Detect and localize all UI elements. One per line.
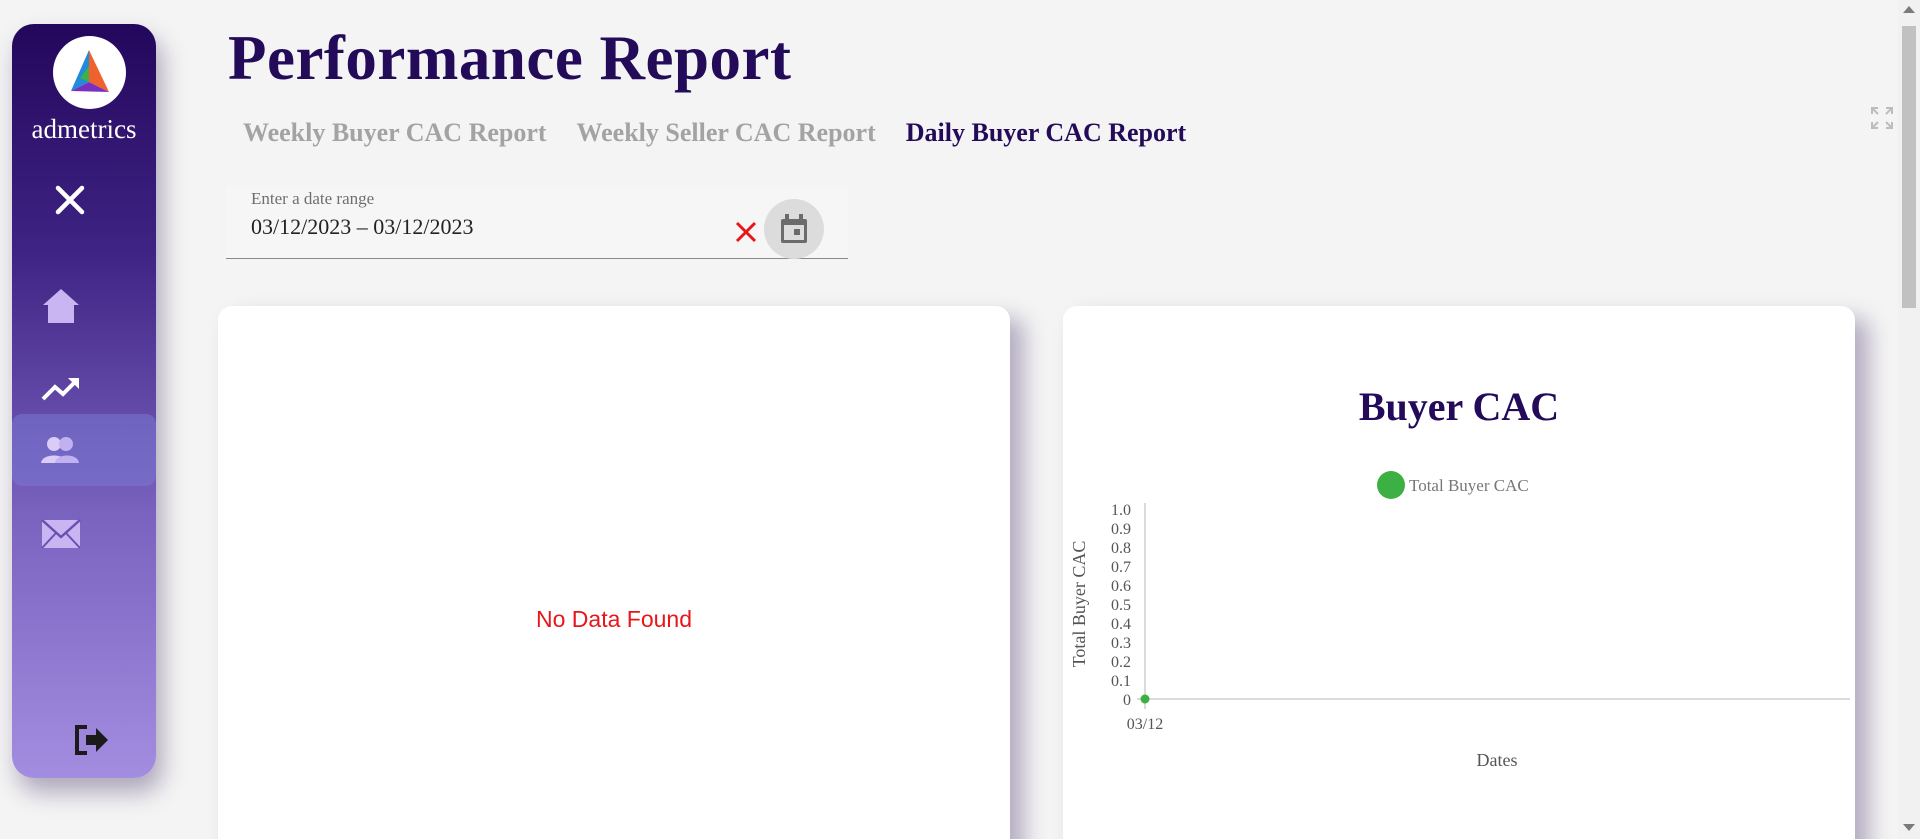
sidebar-item-users[interactable] bbox=[12, 414, 156, 486]
scroll-up-arrow[interactable] bbox=[1903, 6, 1915, 13]
tab-weekly-seller-cac[interactable]: Weekly Seller CAC Report bbox=[577, 118, 876, 148]
tab-weekly-buyer-cac[interactable]: Weekly Buyer CAC Report bbox=[243, 118, 547, 148]
y-tick-label: 0.2 bbox=[1111, 654, 1131, 671]
legend-label: Total Buyer CAC bbox=[1409, 476, 1529, 495]
people-icon bbox=[41, 437, 79, 463]
x-axis-label: Dates bbox=[1477, 750, 1518, 770]
brand-name: admetrics bbox=[31, 114, 137, 144]
clear-date-button[interactable] bbox=[734, 220, 758, 249]
chart-title: Buyer CAC bbox=[1359, 384, 1559, 429]
y-tick-label: 0.4 bbox=[1111, 616, 1131, 633]
close-icon bbox=[735, 221, 757, 243]
calendar-icon bbox=[781, 214, 807, 243]
buyer-cac-chart-card: Buyer CAC Total Buyer CAC 0 0.1 0.2 0.3 0.4 0.5… bbox=[1063, 306, 1855, 839]
y-axis-label: Total Buyer CAC bbox=[1069, 541, 1089, 668]
y-tick-label: 0 bbox=[1123, 692, 1131, 709]
y-tick-label: 0.3 bbox=[1111, 635, 1131, 652]
date-range-input[interactable]: 03/12/2023 – 03/12/2023 bbox=[251, 214, 473, 240]
report-tabs: Weekly Buyer CAC Report Weekly Seller CA… bbox=[243, 118, 1186, 148]
tab-daily-buyer-cac[interactable]: Daily Buyer CAC Report bbox=[906, 118, 1186, 148]
y-tick-label: 0.5 bbox=[1111, 597, 1131, 614]
page-title: Performance Report bbox=[228, 23, 792, 93]
close-icon[interactable] bbox=[52, 182, 88, 218]
y-tick-label: 0.9 bbox=[1111, 521, 1131, 538]
mail-icon bbox=[41, 519, 81, 549]
sidebar-item-mail[interactable] bbox=[12, 498, 156, 570]
y-tick-label: 0.8 bbox=[1111, 540, 1131, 557]
home-icon bbox=[43, 289, 79, 323]
date-range-label: Enter a date range bbox=[251, 189, 375, 208]
scroll-thumb[interactable] bbox=[1902, 26, 1916, 308]
scrollbar[interactable] bbox=[1898, 0, 1920, 839]
buyer-cac-chart: Buyer CAC Total Buyer CAC 0 0.1 0.2 0.3 0.4 0.5… bbox=[1069, 384, 1850, 770]
sidebar-item-home[interactable] bbox=[12, 270, 156, 342]
y-tick-label: 1.0 bbox=[1111, 502, 1131, 519]
trending-up-icon bbox=[41, 378, 79, 401]
left-chart-card: No Data Found bbox=[218, 306, 1010, 839]
fullscreen-icon[interactable] bbox=[1870, 106, 1894, 135]
x-tick-label: 03/12 bbox=[1127, 716, 1163, 733]
y-tick-label: 0.7 bbox=[1111, 559, 1131, 576]
logout-button[interactable] bbox=[74, 724, 110, 761]
date-range-field[interactable]: Enter a date range 03/12/2023 – 03/12/20… bbox=[226, 187, 848, 259]
scroll-down-arrow[interactable] bbox=[1903, 824, 1915, 831]
legend-marker bbox=[1377, 471, 1405, 499]
y-tick-label: 0.6 bbox=[1111, 578, 1131, 595]
no-data-message: No Data Found bbox=[536, 606, 692, 632]
sidebar: admetrics bbox=[12, 24, 156, 778]
data-point bbox=[1140, 694, 1150, 704]
calendar-button[interactable] bbox=[764, 199, 824, 259]
y-tick-label: 0.1 bbox=[1111, 673, 1131, 690]
logo bbox=[53, 36, 126, 109]
logout-icon bbox=[75, 725, 108, 755]
logo-icon bbox=[71, 50, 109, 92]
